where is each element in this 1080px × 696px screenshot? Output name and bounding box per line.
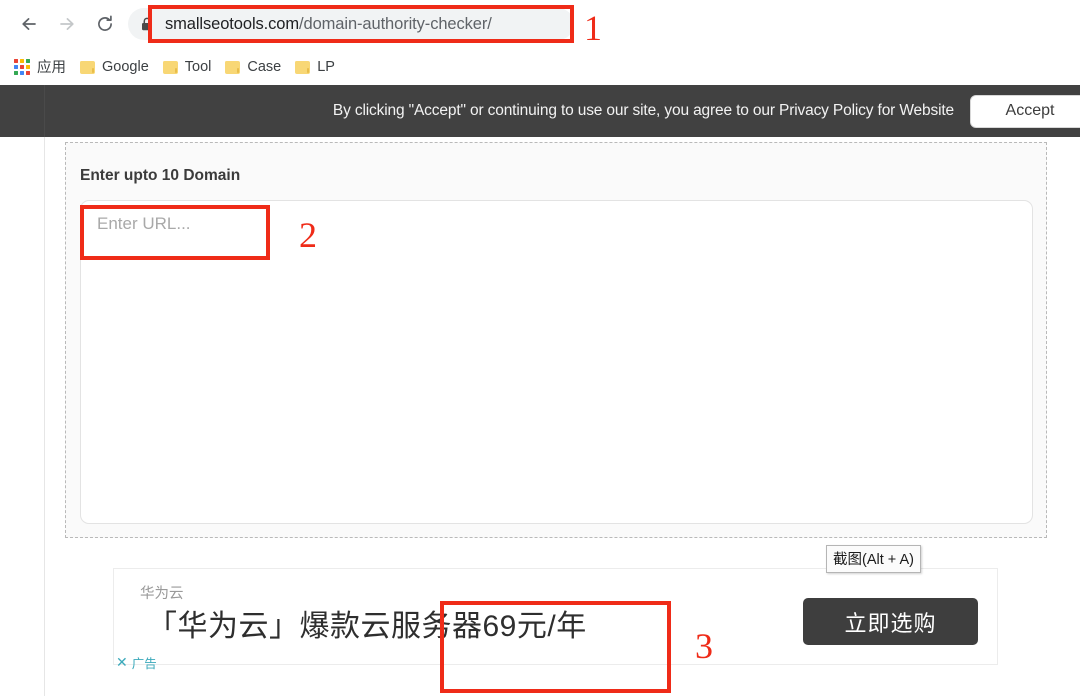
reload-button[interactable] [90,9,120,39]
screenshot-tooltip: 截图(Alt + A) [826,545,921,573]
advertisement[interactable]: 华为云 「华为云」爆款云服务器69元/年 立即选购 ✕ 广告 [113,568,998,671]
folder-icon [80,60,95,74]
url-input[interactable]: Enter URL... [80,200,1033,524]
bookmark-label: Google [102,58,149,75]
page-viewport: By clicking "Accept" or continuing to us… [0,85,1080,696]
address-bar[interactable]: smallseotools.com/domain-authority-check… [128,8,574,40]
apps-shortcut[interactable]: 应用 [14,56,66,77]
reload-icon [98,15,112,31]
domain-input-panel: Enter upto 10 Domain Enter URL... [65,142,1047,538]
close-icon: ✕ [116,654,128,670]
bookmark-item-case[interactable]: Case [225,59,281,75]
folder-icon [225,60,241,74]
bookmark-label: Tool [184,58,212,75]
panel-title: Enter upto 10 Domain [80,167,241,184]
forward-button [52,9,82,39]
url-input-placeholder: Enter URL... [97,214,191,233]
apps-grid-icon [14,58,30,75]
ad-label: 广告 [131,657,157,671]
apps-shortcut-label: 应用 [37,60,66,76]
page-left-rule [44,137,45,696]
lock-icon [140,16,154,32]
url-path: /domain-authority-checker/ [299,14,492,33]
ad-cta-button[interactable]: 立即选购 [803,598,978,645]
browser-toolbar: smallseotools.com/domain-authority-check… [0,0,1080,48]
accept-button[interactable]: Accept [970,94,1080,128]
bookmark-item-google[interactable]: Google [80,59,149,75]
banner-seam [44,85,45,137]
ad-headline: 「华为云」爆款云服务器69元/年 [147,610,587,643]
bookmark-label: Case [247,58,282,75]
url-host: smallseotools.com [165,14,300,33]
ad-close-control[interactable]: ✕ 广告 [116,653,157,672]
bookmark-label: LP [317,58,335,75]
arrow-left-icon [22,18,36,30]
bookmark-item-lp[interactable]: LP [295,59,335,75]
cookie-consent-message: By clicking "Accept" or continuing to us… [332,102,954,119]
browser-chrome: smallseotools.com/domain-authority-check… [0,0,1080,85]
folder-icon [295,60,311,74]
bookmark-item-tool[interactable]: Tool [162,58,212,75]
ad-brand: 华为云 [140,586,184,602]
back-button[interactable] [14,9,44,39]
arrow-right-icon [60,18,74,30]
screenshot-root: smallseotools.com/domain-authority-check… [0,0,1080,696]
folder-icon [162,60,178,74]
bookmarks-bar: 应用 Google Tool Case LP [0,48,1080,85]
url-text: smallseotools.com/domain-authority-check… [165,15,492,34]
cookie-consent-banner: By clicking "Accept" or continuing to us… [0,85,1080,137]
